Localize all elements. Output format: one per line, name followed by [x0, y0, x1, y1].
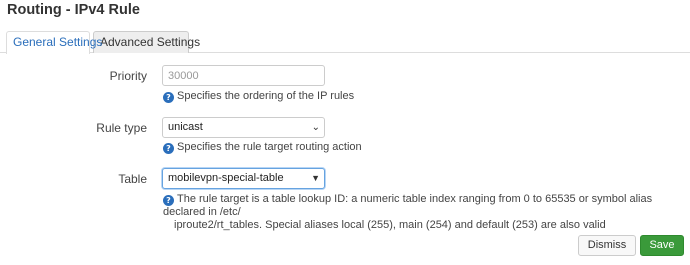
priority-label: Priority: [109, 69, 147, 83]
tab-general-settings[interactable]: General Settings: [6, 31, 102, 54]
help-icon: ?: [163, 143, 174, 154]
tab-bar: General Settings Advanced Settings: [0, 31, 690, 54]
help-icon: ?: [163, 195, 174, 206]
tab-advanced-settings[interactable]: Advanced Settings: [93, 31, 200, 53]
help-icon: ?: [163, 92, 174, 103]
dismiss-button[interactable]: Dismiss: [578, 235, 636, 256]
table-label: Table: [118, 172, 147, 186]
table-select[interactable]: mobilevpn-special-table ▼: [162, 168, 325, 189]
chevron-down-icon: ⌄: [311, 122, 320, 133]
rule-type-help-text: Specifies the rule target routing action: [177, 141, 362, 153]
rule-type-select[interactable]: unicast ⌄: [162, 117, 325, 138]
caret-down-icon: ▼: [311, 173, 320, 183]
priority-input[interactable]: [162, 65, 325, 86]
priority-help-text: Specifies the ordering of the IP rules: [177, 90, 355, 102]
rule-type-value: unicast: [168, 121, 203, 133]
table-help: ? The rule target is a table lookup ID: a…: [163, 193, 688, 232]
rule-type-label: Rule type: [96, 121, 147, 135]
rule-type-help: ? Specifies the rule target routing actio…: [163, 141, 362, 154]
save-button[interactable]: Save: [640, 235, 684, 256]
table-help-text-line2: iproute2/rt_tables. Special aliases loca…: [174, 219, 606, 231]
table-help-text-line1: The rule target is a table lookup ID: a …: [163, 193, 653, 218]
dialog-title: Routing - IPv4 Rule: [7, 2, 140, 18]
priority-help: ? Specifies the ordering of the IP rules: [163, 90, 354, 103]
table-value: mobilevpn-special-table: [168, 172, 284, 184]
